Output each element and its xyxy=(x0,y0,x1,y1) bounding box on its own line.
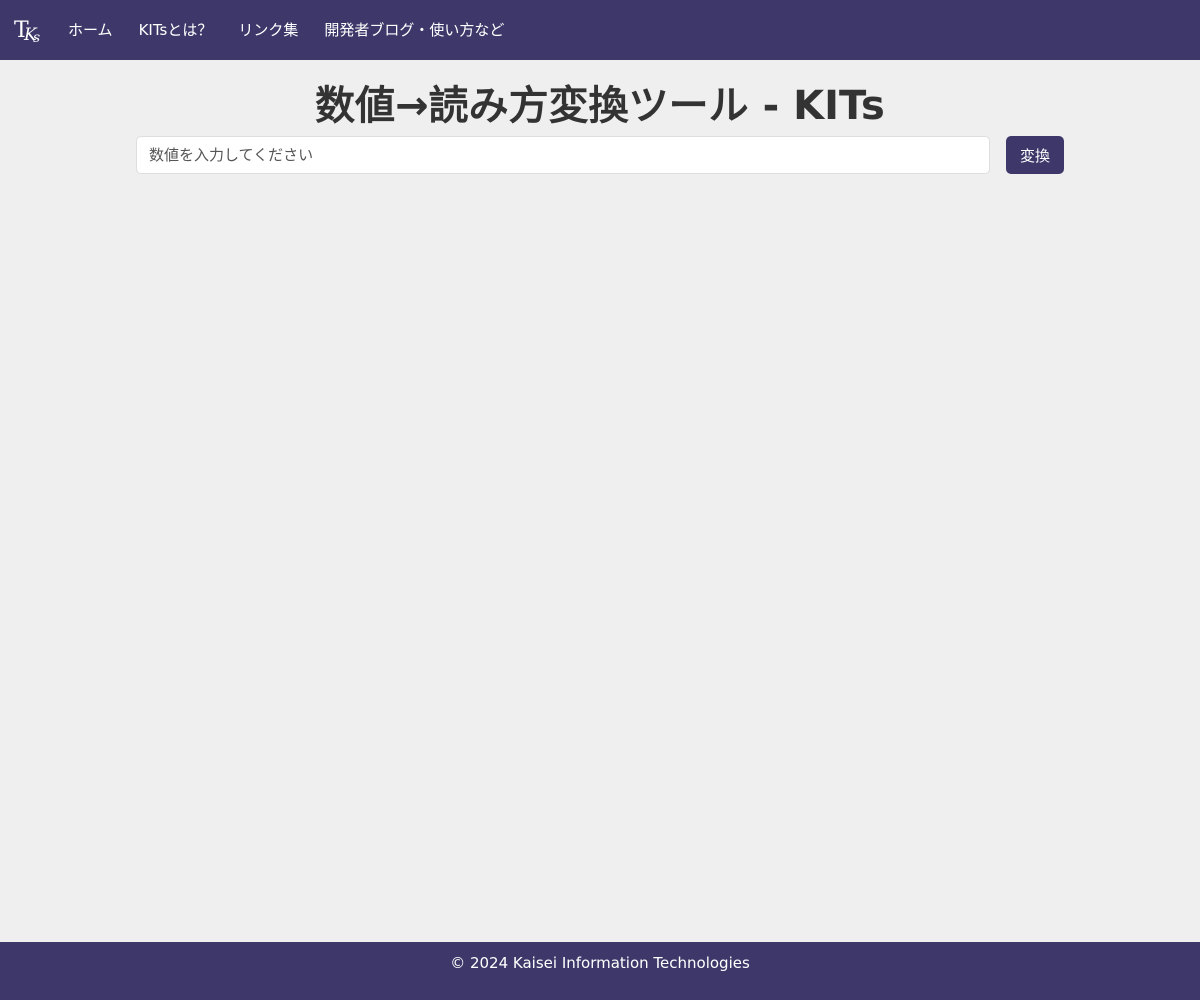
nav-link-links[interactable]: リンク集 xyxy=(238,0,298,60)
svg-text:s: s xyxy=(33,30,40,45)
nav-link-dev-blog[interactable]: 開発者ブログ・使い方など xyxy=(324,0,504,60)
convert-form: 変換 xyxy=(136,136,1064,174)
kits-logo-icon[interactable]: T K s xyxy=(14,15,44,45)
number-input[interactable] xyxy=(136,136,990,174)
convert-button[interactable]: 変換 xyxy=(1006,136,1064,174)
navbar: T K s ホーム KITsとは？ リンク集 開発者ブログ・使い方など xyxy=(0,0,1200,60)
nav-link-home[interactable]: ホーム xyxy=(68,0,113,60)
page-title: 数値→読み方変換ツール - KITs xyxy=(315,83,885,129)
nav-links: ホーム KITsとは？ リンク集 開発者ブログ・使い方など xyxy=(68,0,530,60)
page: T K s ホーム KITsとは？ リンク集 開発者ブログ・使い方など 数値→読… xyxy=(0,0,1200,1000)
footer: © 2024 Kaisei Information Technologies xyxy=(0,942,1200,1000)
nav-link-about-kits[interactable]: KITsとは？ xyxy=(139,0,213,60)
main-content: 数値→読み方変換ツール - KITs 変換 xyxy=(0,60,1200,942)
footer-copyright: © 2024 Kaisei Information Technologies xyxy=(450,954,750,972)
